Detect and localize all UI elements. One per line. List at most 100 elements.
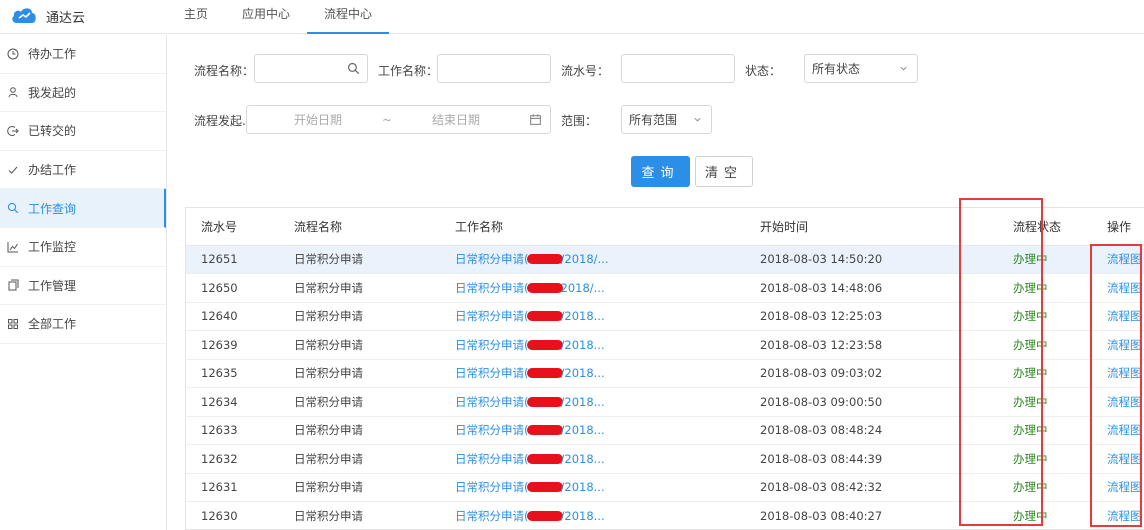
column-header-status[interactable]: 流程状态 [987, 208, 1097, 246]
initiate-date-label: 流程发起... [194, 114, 254, 128]
cell-work-name[interactable]: 日常积分申请(/2018... [455, 416, 760, 445]
serial-input-box[interactable] [622, 55, 734, 82]
serial-label: 流水号： [561, 64, 610, 78]
table-row[interactable]: 12650 日常积分申请 日常积分申请(2018/... 2018-08-03 … [186, 273, 1144, 303]
flowchart-link[interactable]: 流程图 [1097, 444, 1144, 474]
cell-status: 办理中 [987, 273, 1097, 303]
app-logo[interactable]: 通达云 [10, 5, 85, 27]
cell-serial: 12633 [186, 416, 294, 445]
column-header-start-time[interactable]: 开始时间 [760, 208, 987, 246]
sidebar-item-todo[interactable]: 待办工作 [0, 35, 166, 74]
work-name-suffix: /2018... [560, 480, 605, 495]
scope-select[interactable]: 所有范围 [621, 105, 712, 134]
work-name-link[interactable]: 日常积分申请(/2018... [455, 509, 605, 523]
table-row[interactable]: 12639 日常积分申请 日常积分申请(/2018... 2018-08-03 … [186, 330, 1144, 360]
table-row[interactable]: 12635 日常积分申请 日常积分申请(/2018... 2018-08-03 … [186, 359, 1144, 388]
column-header-flow-name[interactable]: 流程名称 [294, 208, 455, 246]
cell-work-name[interactable]: 日常积分申请(/2018... [455, 444, 760, 474]
work-name-suffix: /2018... [560, 508, 605, 523]
flowchart-link[interactable]: 流程图 [1097, 273, 1144, 303]
flowchart-link[interactable]: 流程图 [1097, 501, 1144, 530]
chevron-down-icon [694, 117, 701, 122]
work-name-input-box[interactable] [438, 55, 550, 82]
work-name-link[interactable]: 日常积分申请(/2018... [455, 309, 605, 323]
work-name-input[interactable] [437, 54, 551, 83]
sidebar-item-completed[interactable]: 办结工作 [0, 151, 166, 190]
sidebar-item-query[interactable]: 工作查询 [0, 189, 166, 228]
work-name-link[interactable]: 日常积分申请(/2018... [455, 338, 605, 352]
flowchart-link[interactable]: 流程图 [1097, 473, 1144, 502]
sidebar: 待办工作 我发起的 已转交的 办结工作 工作查询 工作监控 工作管理 全部工作 [0, 35, 167, 530]
work-name-suffix: /2018... [560, 451, 605, 466]
flowchart-link[interactable]: 流程图 [1097, 387, 1144, 417]
cell-work-name[interactable]: 日常积分申请(2018/... [455, 273, 760, 303]
sidebar-item-forwarded[interactable]: 已转交的 [0, 112, 166, 151]
work-name-prefix: 日常积分申请( [455, 366, 529, 381]
table-row[interactable]: 12651 日常积分申请 日常积分申请(/2018/... 2018-08-03… [186, 245, 1144, 274]
table-row[interactable]: 12630 日常积分申请 日常积分申请(/2018... 2018-08-03 … [186, 501, 1144, 530]
sidebar-item-all[interactable]: 全部工作 [0, 305, 166, 344]
table-row[interactable]: 12634 日常积分申请 日常积分申请(/2018... 2018-08-03 … [186, 387, 1144, 417]
clear-button[interactable]: 清空 [695, 156, 753, 187]
cell-work-name[interactable]: 日常积分申请(/2018... [455, 473, 760, 502]
status-select-value: 所有状态 [812, 62, 861, 76]
cell-work-name[interactable]: 日常积分申请(/2018/... [455, 245, 760, 274]
tab-flow-center[interactable]: 流程中心 [307, 0, 390, 34]
flowchart-link[interactable]: 流程图 [1097, 359, 1144, 388]
forward-icon [6, 124, 20, 138]
work-name-prefix: 日常积分申请( [455, 280, 529, 295]
status-select[interactable]: 所有状态 [804, 54, 918, 83]
table-row[interactable]: 12632 日常积分申请 日常积分申请(/2018... 2018-08-03 … [186, 444, 1144, 474]
cell-status: 办理中 [987, 359, 1097, 388]
cell-flow-name: 日常积分申请 [294, 302, 455, 331]
date-start-placeholder[interactable]: 开始日期 [294, 111, 342, 128]
tab-home[interactable]: 主页 [167, 0, 225, 34]
search-icon[interactable] [347, 62, 360, 75]
work-name-link[interactable]: 日常积分申请(/2018/... [455, 252, 608, 266]
app-name: 通达云 [46, 10, 86, 26]
column-header-serial[interactable]: 流水号 [186, 208, 294, 246]
sidebar-item-manage[interactable]: 工作管理 [0, 267, 166, 306]
redaction-mark [526, 482, 563, 493]
flowchart-link[interactable]: 流程图 [1097, 416, 1144, 445]
cell-work-name[interactable]: 日常积分申请(/2018... [455, 359, 760, 388]
cell-serial: 12630 [186, 501, 294, 530]
flowchart-link[interactable]: 流程图 [1097, 245, 1144, 274]
cell-work-name[interactable]: 日常积分申请(/2018... [455, 330, 760, 360]
work-name-suffix: /2018/... [560, 252, 609, 267]
column-header-work-name[interactable]: 工作名称 [455, 208, 760, 246]
work-name-link[interactable]: 日常积分申请(/2018... [455, 480, 605, 494]
cell-serial: 12640 [186, 302, 294, 331]
work-name-link[interactable]: 日常积分申请(2018/... [455, 281, 605, 295]
sidebar-item-label: 办结工作 [28, 163, 77, 178]
table-row[interactable]: 12640 日常积分申请 日常积分申请(/2018... 2018-08-03 … [186, 302, 1144, 331]
cell-serial: 12635 [186, 359, 294, 388]
cloud-icon [10, 6, 38, 27]
table-row[interactable]: 12633 日常积分申请 日常积分申请(/2018... 2018-08-03 … [186, 416, 1144, 445]
cell-start-time: 2018-08-03 09:00:50 [760, 387, 987, 417]
sidebar-item-label: 我发起的 [28, 85, 77, 100]
sidebar-item-monitor[interactable]: 工作监控 [0, 228, 166, 267]
work-name-suffix: /2018... [560, 309, 605, 324]
flowchart-link[interactable]: 流程图 [1097, 330, 1144, 360]
cell-flow-name: 日常积分申请 [294, 387, 455, 417]
date-range-picker[interactable]: 开始日期 ~ 结束日期 [246, 105, 551, 134]
work-name-link[interactable]: 日常积分申请(/2018... [455, 395, 605, 409]
flowchart-link[interactable]: 流程图 [1097, 302, 1144, 331]
serial-input[interactable] [621, 54, 735, 83]
cell-start-time: 2018-08-03 08:44:39 [760, 444, 987, 474]
work-name-link[interactable]: 日常积分申请(/2018... [455, 423, 605, 437]
cell-work-name[interactable]: 日常积分申请(/2018... [455, 501, 760, 530]
work-name-link[interactable]: 日常积分申请(/2018... [455, 366, 605, 380]
tab-app-center[interactable]: 应用中心 [225, 0, 307, 34]
sidebar-item-initiated[interactable]: 我发起的 [0, 74, 166, 113]
work-name-link[interactable]: 日常积分申请(/2018... [455, 452, 605, 466]
query-button[interactable]: 查询 [631, 156, 690, 187]
flow-name-input[interactable] [254, 54, 368, 83]
cell-work-name[interactable]: 日常积分申请(/2018... [455, 387, 760, 417]
date-end-placeholder[interactable]: 结束日期 [432, 111, 480, 128]
sidebar-item-label: 工作查询 [28, 201, 77, 216]
chevron-down-icon [900, 66, 907, 71]
cell-work-name[interactable]: 日常积分申请(/2018... [455, 302, 760, 331]
table-row[interactable]: 12631 日常积分申请 日常积分申请(/2018... 2018-08-03 … [186, 473, 1144, 502]
